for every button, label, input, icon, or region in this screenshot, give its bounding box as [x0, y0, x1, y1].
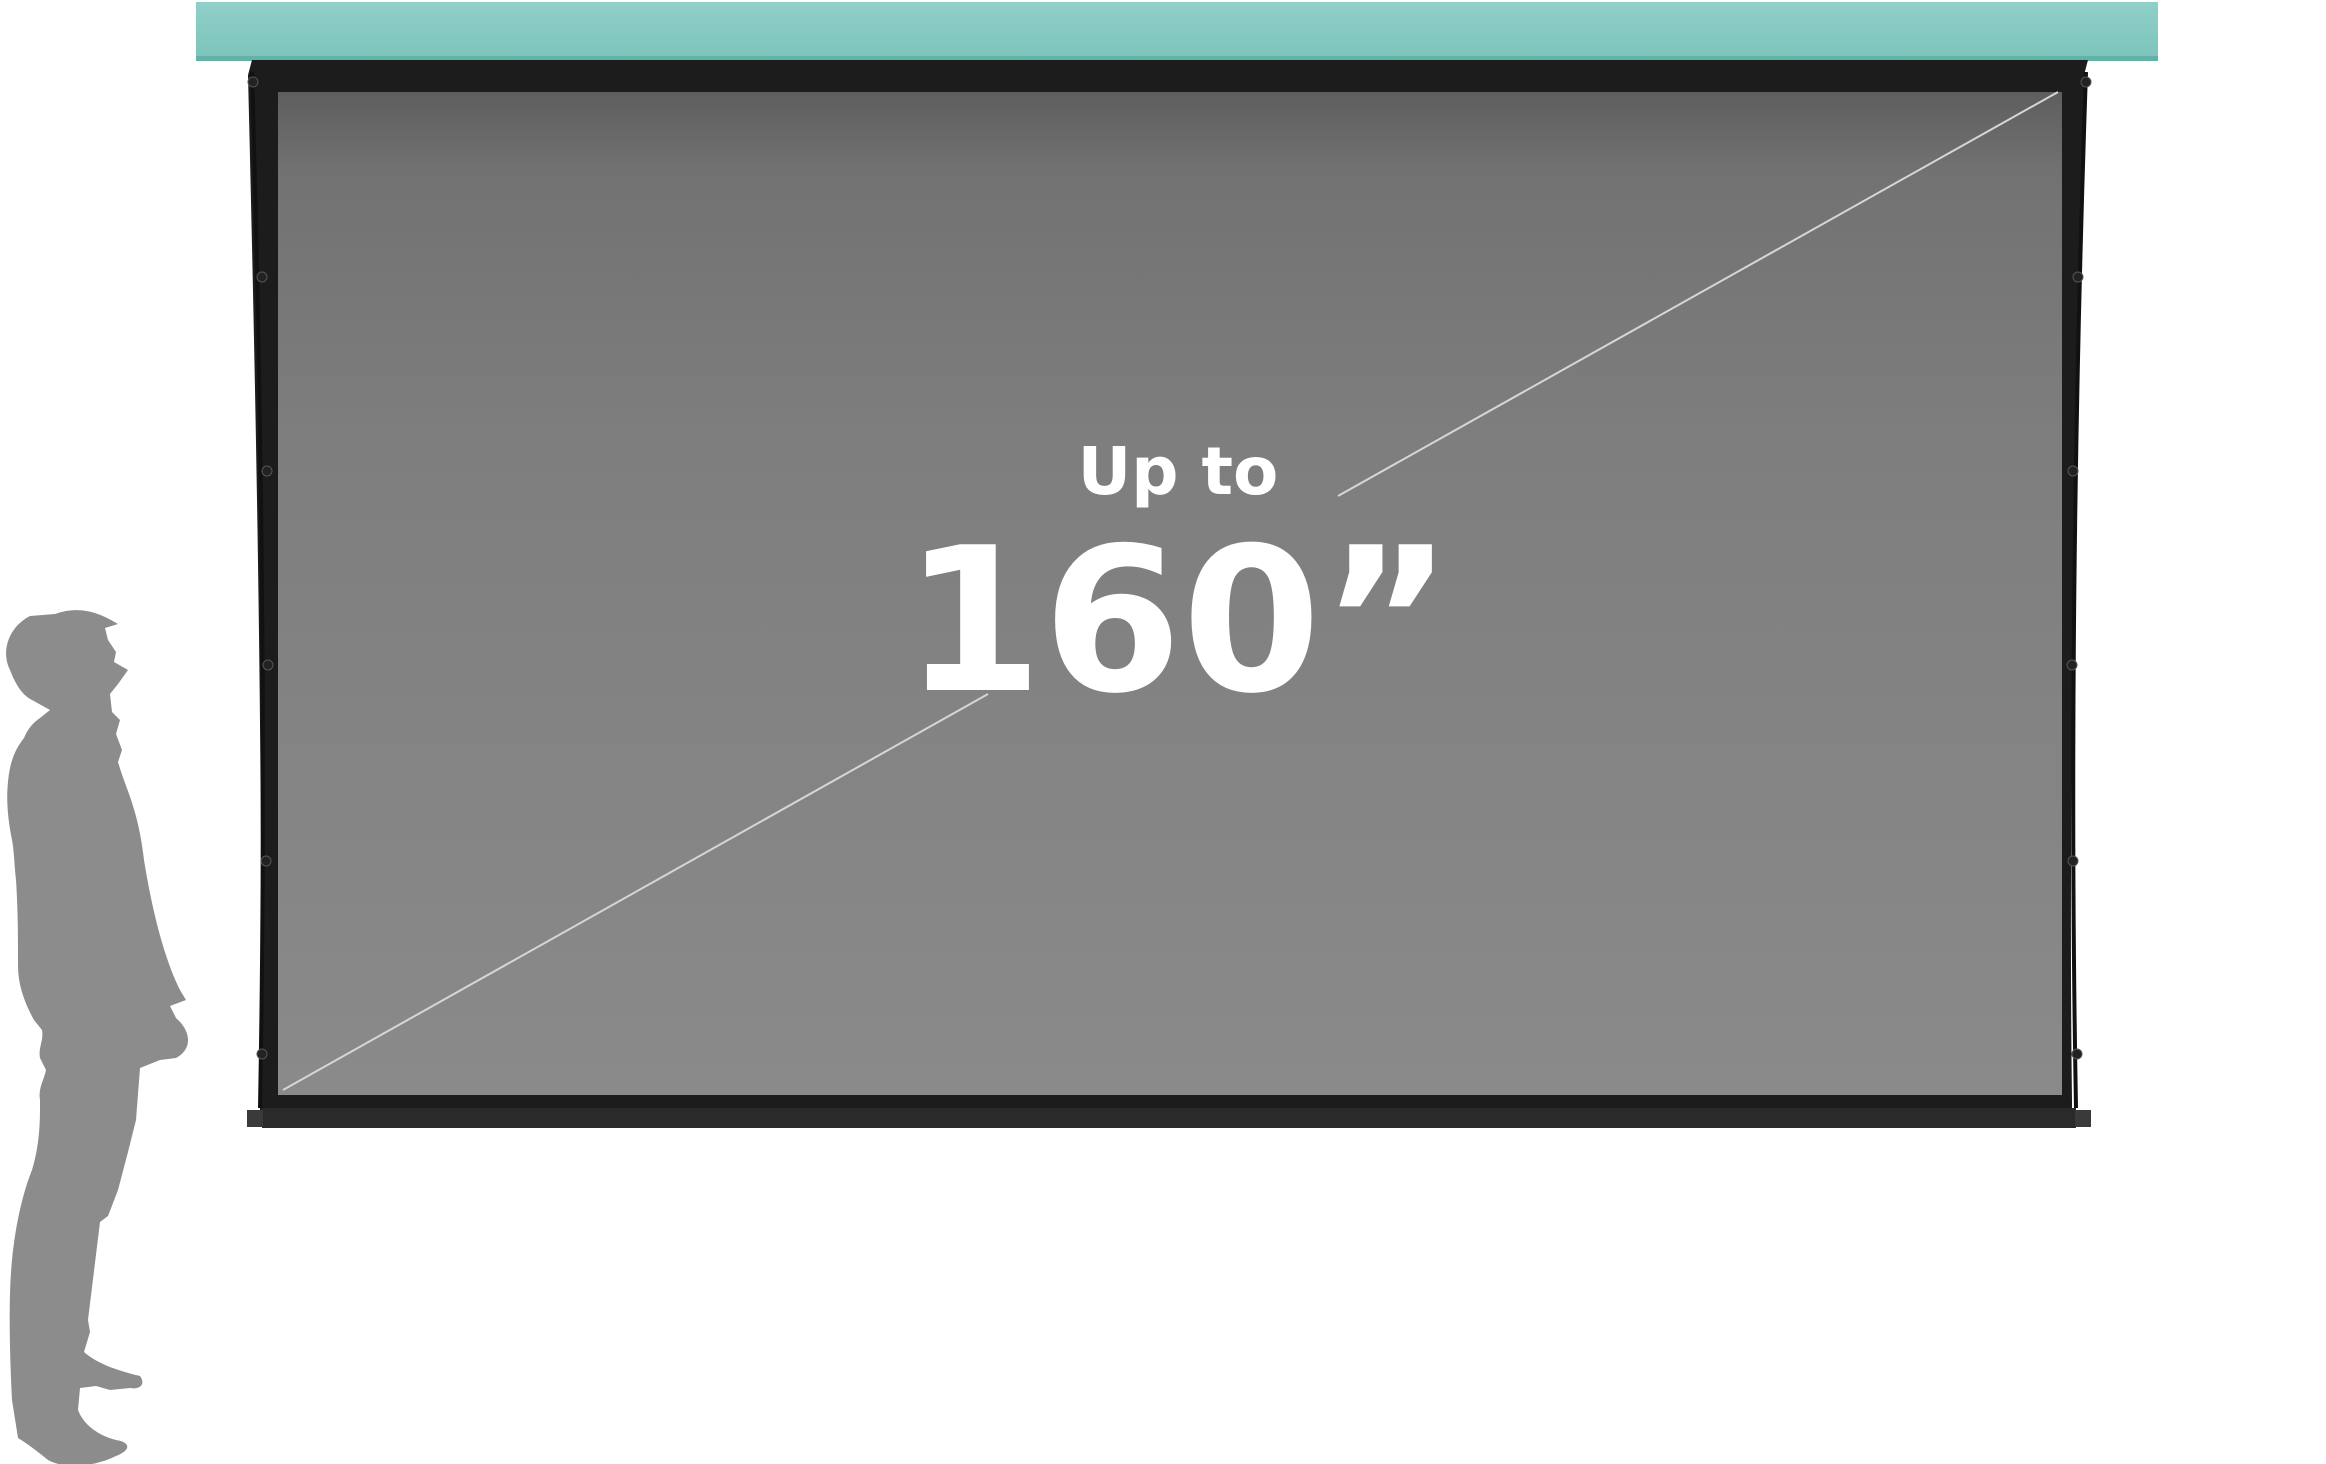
bottom-bar-end-left — [247, 1110, 263, 1127]
bottom-bar-end-right — [2075, 1110, 2091, 1127]
bottom-weight-bar — [262, 1108, 2076, 1128]
size-prefix-label: Up to — [1078, 433, 1279, 510]
ceiling-panel — [196, 2, 2158, 58]
person-silhouette — [6, 610, 188, 1464]
projection-screen-illustration: Up to 160” — [6, 2, 2158, 1464]
size-value-label: 160” — [904, 505, 1453, 738]
